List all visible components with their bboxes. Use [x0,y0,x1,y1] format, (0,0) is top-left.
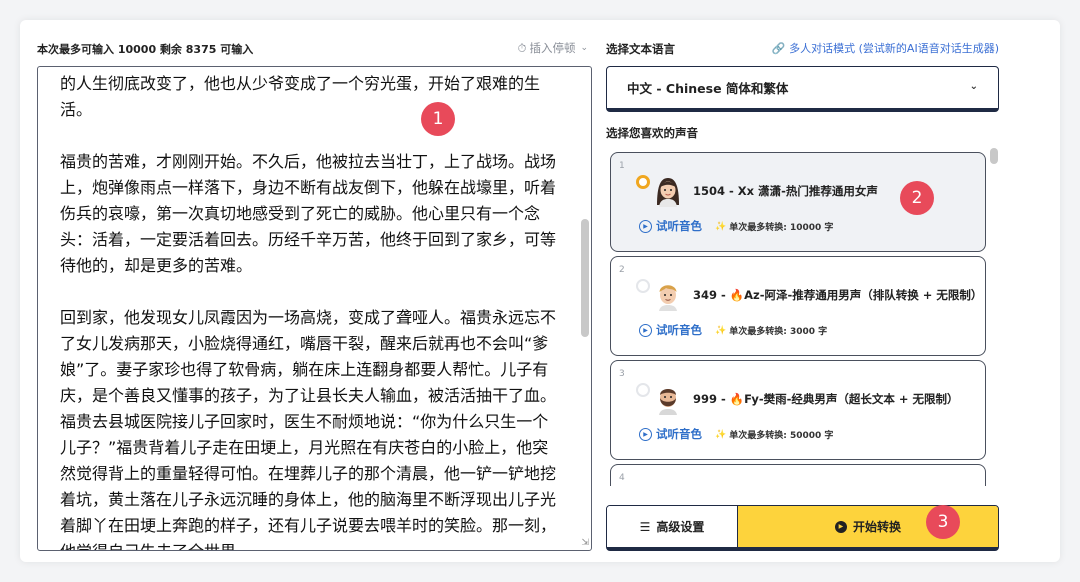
sliders-icon: ☰ [639,519,651,534]
text-content[interactable]: 的人生彻底改变了，他也从少爷变成了一个穷光蛋，开始了艰难的生活。 福贵的苦难，才… [38,67,578,550]
play-icon: ▶ [639,427,652,441]
voice-radio[interactable] [636,383,650,397]
voice-name: 999 - 🔥Fy-樊雨-经典男声（超长文本 + 无限制） [693,392,959,406]
play-icon: ▶ [834,520,847,533]
voice-label: 选择您喜欢的声音 [606,126,698,140]
limit-text: 单次最多转换: 50000 字 [729,431,834,441]
sparkle-icon: ✨ [715,221,727,232]
resize-handle-icon[interactable]: ⇲ [581,538,589,548]
insert-pause-button[interactable]: ⏱ 插入停顿 ⌄ [517,40,588,56]
voice-card-999[interactable]: 3 999 - 🔥Fy-樊雨-经典男声（超长文本 + 无限制） ▶ 试听音色 ✨… [610,360,986,460]
link-icon: 🔗 [771,41,786,55]
listen-button[interactable]: ▶ 试听音色 [639,426,702,442]
voice-scrollbar-thumb[interactable] [990,148,998,164]
play-icon: ▶ [639,323,652,337]
sparkle-icon: ✨ [715,429,727,440]
voice-card-349[interactable]: 2 349 - 🔥Az-阿泽-推荐通用男声（排队转换 + 无限制） ▶ 试听音色… [610,256,986,356]
play-icon: ▶ [639,219,652,233]
text-paragraph: 回到家，他发现女儿凤霞因为一场高烧，变成了聋哑人。福贵永远忘不了女儿发病那天，小… [60,308,557,550]
chevron-down-icon: ⌄ [580,43,588,53]
voice-list: 1 1504 - Xx 潇潇-热门推荐通用女声 ▶ 试听音色 ✨ 单次最多转换:… [606,146,1000,486]
advanced-settings-label: 高级设置 [656,520,705,534]
insert-pause-label: 插入停顿 [529,41,576,55]
limit-text: 单次最多转换: 3000 字 [729,327,828,337]
voice-index: 3 [619,369,625,379]
listen-label: 试听音色 [656,323,702,337]
annotation-badge-1: 1 [421,102,455,136]
text-input-area[interactable]: 的人生彻底改变了，他也从少爷变成了一个穷光蛋，开始了艰难的生活。 福贵的苦难，才… [37,66,592,551]
listen-button[interactable]: ▶ 试听音色 [639,322,702,338]
char-count: 本次最多可输入 10000 剩余 8375 可输入 [37,43,254,56]
voice-name: 1504 - Xx 潇潇-热门推荐通用女声 [693,184,878,198]
voice-scrollbar[interactable] [990,148,998,484]
voice-index: 2 [619,265,625,275]
listen-label: 试听音色 [656,427,702,441]
voice-radio[interactable] [636,279,650,293]
voice-name: 349 - 🔥Az-阿泽-推荐通用男声（排队转换 + 无限制） [693,288,983,302]
listen-label: 试听音色 [656,219,702,233]
voice-card-4[interactable]: 4 [610,464,986,486]
chevron-down-icon: ⌄ [969,81,978,92]
text-paragraph: 福贵的苦难，才刚刚开始。不久后，他被拉去当壮丁，上了战场。战场上，炮弹像雨点一样… [60,152,557,275]
conversion-limit: ✨ 单次最多转换: 3000 字 [715,324,828,338]
annotation-badge-2: 2 [900,181,934,215]
voice-index: 1 [619,161,625,171]
conversion-limit: ✨ 单次最多转换: 10000 字 [715,220,834,234]
conversion-limit: ✨ 单次最多转换: 50000 字 [715,428,834,442]
clock-icon: ⏱ [517,40,527,55]
listen-button[interactable]: ▶ 试听音色 [639,218,702,234]
male-avatar-icon [659,285,677,311]
editor-header: 本次最多可输入 10000 剩余 8375 可输入 ⏱ 插入停顿 ⌄ [37,40,592,58]
voice-radio[interactable] [636,175,650,189]
advanced-settings-button[interactable]: ☰ 高级设置 [607,506,738,547]
text-scrollbar-thumb[interactable] [581,219,589,337]
start-conversion-label: 开始转换 [852,520,901,534]
limit-text: 单次最多转换: 10000 字 [729,223,834,233]
sparkle-icon: ✨ [715,325,727,336]
language-select[interactable]: 中文 - Chinese 简体和繁体 ⌄ [606,66,999,112]
language-label: 选择文本语言 [606,42,675,56]
text-paragraph: 的人生彻底改变了，他也从少爷变成了一个穷光蛋，开始了艰难的生活。 [60,74,541,119]
multi-dialogue-link-text: 多人对话模式 (尝试新的AI语音对话生成器) [789,42,999,55]
voice-index: 4 [619,473,625,483]
bearded-male-avatar-icon [659,389,677,415]
female-avatar-icon [657,178,679,207]
text-scrollbar[interactable] [581,71,589,541]
annotation-badge-3: 3 [926,505,960,539]
language-selected-value: 中文 - Chinese 简体和繁体 [627,81,789,96]
multi-dialogue-link[interactable]: 🔗 多人对话模式 (尝试新的AI语音对话生成器) [771,40,999,56]
